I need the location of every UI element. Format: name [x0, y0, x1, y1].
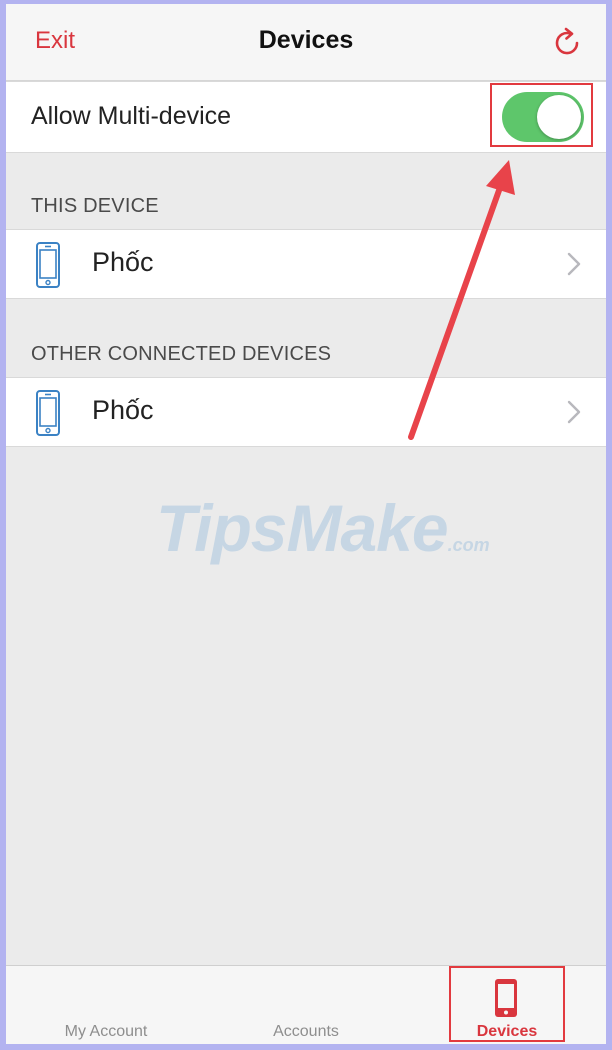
multi-device-label: Allow Multi-device	[31, 102, 232, 130]
page-title: Devices	[258, 26, 354, 54]
device-name: Phốc	[92, 395, 154, 425]
watermark-logo: TipsMake.com	[156, 490, 490, 566]
tab-highlight-box	[449, 966, 565, 1042]
watermark-main: TipsMake	[156, 491, 449, 565]
navigation-bar: Exit Devices	[6, 4, 606, 81]
toggle-highlight-box	[490, 83, 593, 147]
device-row-this-device[interactable]: Phốc	[6, 229, 606, 299]
chevron-right-icon	[567, 400, 581, 424]
chevron-right-icon	[567, 252, 581, 276]
refresh-icon[interactable]	[550, 26, 584, 60]
watermark-suffix: .com	[447, 535, 490, 555]
section-header-other-devices: OTHER CONNECTED DEVICES	[31, 343, 332, 365]
phone-icon	[36, 390, 60, 436]
tab-my-account[interactable]: My Account	[6, 966, 206, 1044]
tab-label: Accounts	[273, 1023, 339, 1040]
devices-screen: Exit Devices Allow Multi-device THIS DEV…	[6, 4, 606, 1044]
section-header-this-device: THIS DEVICE	[31, 195, 159, 217]
tab-accounts[interactable]: Accounts	[206, 966, 406, 1044]
device-row-other-device[interactable]: Phốc	[6, 377, 606, 447]
phone-icon	[36, 242, 60, 288]
tab-label: My Account	[64, 1023, 148, 1040]
device-name: Phốc	[92, 247, 154, 277]
